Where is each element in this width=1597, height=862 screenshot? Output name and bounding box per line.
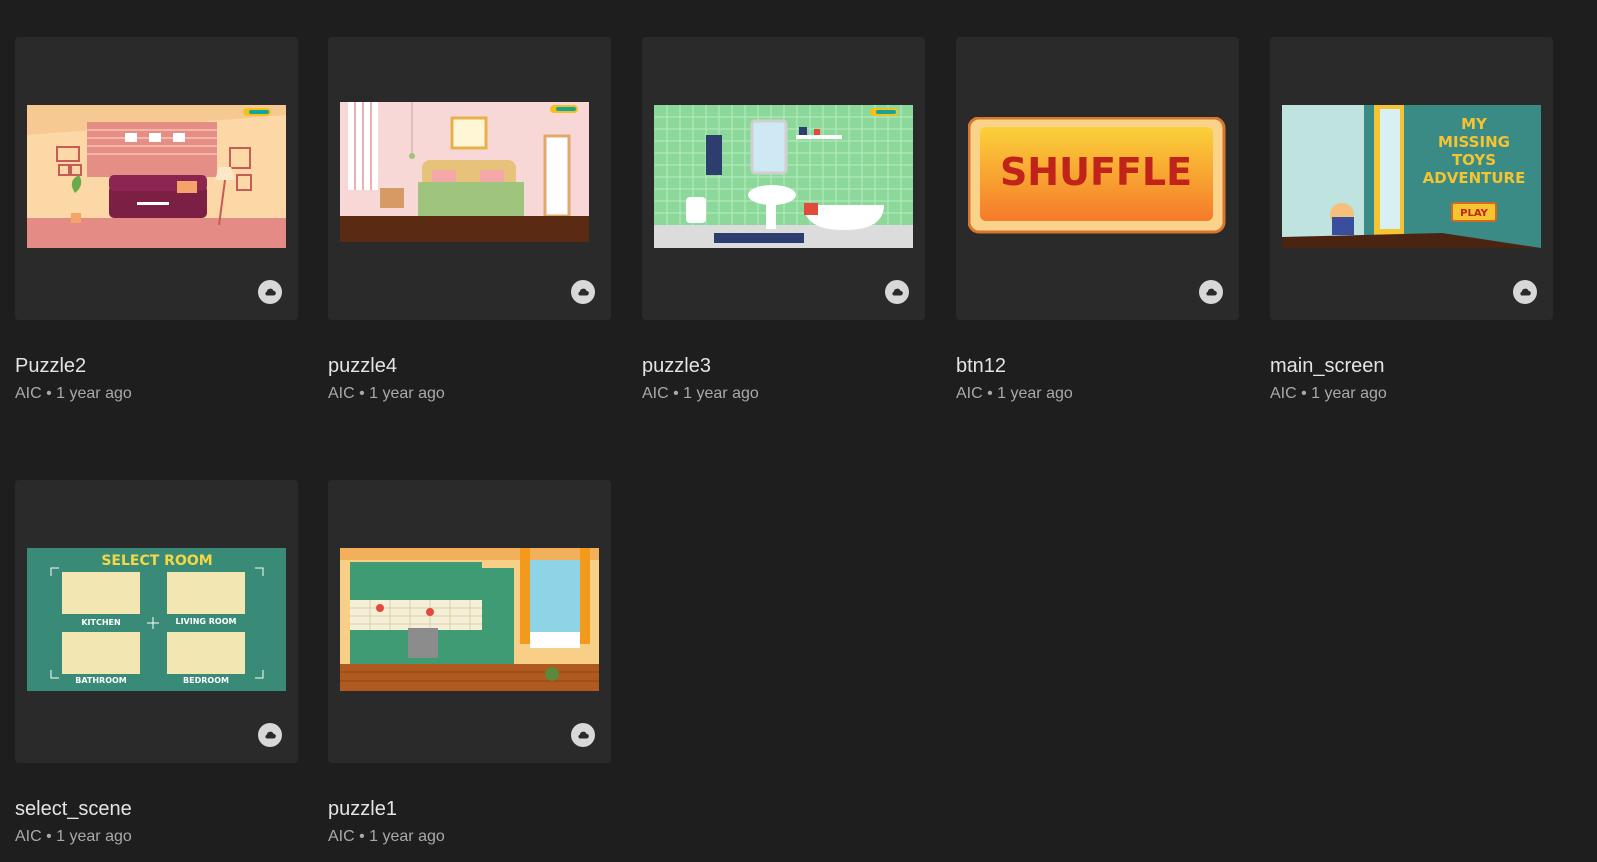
title-line-4: ADVENTURE [1423,169,1526,187]
room-label-bathroom: BATHROOM [75,676,127,685]
cloud-icon[interactable] [258,723,282,747]
asset-meta: AIC • 1 year ago [956,385,1073,402]
asset-thumbnail-tile[interactable] [328,37,611,320]
thumbnail-kitchen [340,548,599,691]
asset-card[interactable]: SELECT ROOM KITCHEN LIVING ROOM BATHROOM… [15,480,298,847]
asset-card[interactable]: puzzle3 AIC • 1 year ago [642,37,925,404]
asset-card[interactable]: puzzle1 AIC • 1 year ago [328,480,611,847]
thumbnail-shuffle-button: SHUFFLE [968,117,1227,235]
room-label-living-room: LIVING ROOM [175,617,236,626]
room-label-bedroom: BEDROOM [183,676,229,685]
asset-meta: AIC • 1 year ago [328,828,445,845]
asset-thumbnail-tile[interactable] [328,480,611,763]
asset-title[interactable]: puzzle4 [328,354,611,378]
thumbnail-title-screen: MY MISSING TOYS ADVENTURE PLAY [1282,105,1541,248]
shuffle-text: SHUFFLE [1000,150,1192,194]
asset-card[interactable]: Puzzle2 AIC • 1 year ago [15,37,298,404]
thumbnail-bathroom [654,105,913,248]
asset-meta: AIC • 1 year ago [15,828,132,845]
thumbnail-select-room: SELECT ROOM KITCHEN LIVING ROOM BATHROOM… [27,548,286,691]
asset-meta: AIC • 1 year ago [328,385,445,402]
asset-thumbnail-tile[interactable]: SHUFFLE [956,37,1239,320]
asset-card[interactable]: puzzle4 AIC • 1 year ago [328,37,611,404]
room-label-kitchen: KITCHEN [81,618,120,627]
asset-title[interactable]: select_scene [15,797,298,821]
cloud-icon[interactable] [258,280,282,304]
asset-meta: AIC • 1 year ago [642,385,759,402]
asset-thumbnail-tile[interactable]: MY MISSING TOYS ADVENTURE PLAY [1270,37,1553,320]
cloud-icon[interactable] [1513,280,1537,304]
title-line-1: MY [1461,115,1488,133]
thumbnail-bedroom [340,102,589,242]
asset-title[interactable]: Puzzle2 [15,354,298,378]
asset-card[interactable]: MY MISSING TOYS ADVENTURE PLAY main_scre… [1270,37,1553,404]
asset-title[interactable]: puzzle1 [328,797,611,821]
asset-meta: AIC • 1 year ago [15,385,132,402]
title-line-3: TOYS [1452,151,1496,169]
asset-title[interactable]: btn12 [956,354,1239,378]
asset-thumbnail-tile[interactable] [642,37,925,320]
title-line-2: MISSING [1438,133,1510,151]
asset-thumbnail-tile[interactable] [15,37,298,320]
asset-thumbnail-tile[interactable]: SELECT ROOM KITCHEN LIVING ROOM BATHROOM… [15,480,298,763]
asset-card[interactable]: SHUFFLE btn12 AIC • 1 year ago [956,37,1239,404]
play-label: PLAY [1460,208,1488,219]
select-room-heading: SELECT ROOM [101,553,212,569]
asset-meta: AIC • 1 year ago [1270,385,1387,402]
cloud-icon[interactable] [571,280,595,304]
asset-title[interactable]: puzzle3 [642,354,925,378]
cloud-icon[interactable] [1199,280,1223,304]
asset-grid: Puzzle2 AIC • 1 year ago puzzle4 AIC • 1… [0,0,1597,862]
cloud-icon[interactable] [885,280,909,304]
cloud-icon[interactable] [571,723,595,747]
thumbnail-living-room [27,105,286,248]
asset-title[interactable]: main_screen [1270,354,1553,378]
